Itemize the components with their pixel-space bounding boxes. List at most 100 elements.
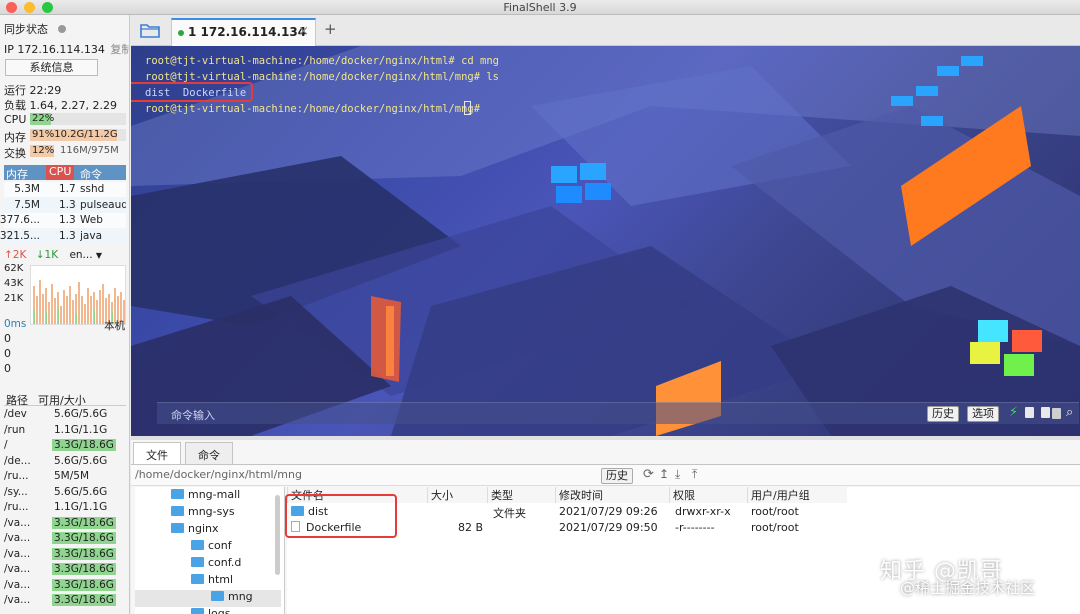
- process-cpu: 1.3: [59, 229, 76, 242]
- disk-size: 5.6G/5.6G: [54, 485, 108, 498]
- file-permissions: drwxr-xr-x: [675, 505, 731, 518]
- command-input[interactable]: 命令输入: [171, 407, 215, 423]
- options-button[interactable]: 选项: [967, 406, 999, 422]
- session-tab-bar: 1 172.16.114.134 × +: [131, 15, 1080, 46]
- disk-row[interactable]: /va... 3.3G/18.6G: [4, 578, 126, 593]
- disk-row[interactable]: /va... 3.3G/18.6G: [4, 562, 126, 577]
- session-tab[interactable]: 1 172.16.114.134 ×: [171, 18, 316, 46]
- upload-icon[interactable]: ↥: [659, 467, 669, 481]
- tree-node[interactable]: conf.d: [191, 556, 241, 569]
- disk-path: /va...: [4, 547, 31, 560]
- path-input[interactable]: /home/docker/nginx/html/mng: [135, 468, 595, 484]
- tree-node-label: conf.d: [208, 556, 242, 569]
- process-header-command[interactable]: 命令: [80, 166, 102, 182]
- upload-file-icon[interactable]: ⤒: [692, 467, 697, 482]
- tab-commands[interactable]: 命令: [185, 442, 233, 464]
- disk-path: /dev: [4, 408, 27, 420]
- file-type: 文件夹: [493, 507, 526, 520]
- disk-row[interactable]: /de... 5.6G/5.6G: [4, 454, 126, 469]
- process-header-cpu[interactable]: CPU: [46, 165, 75, 180]
- disk-row[interactable]: /va... 3.3G/18.6G: [4, 516, 126, 531]
- paste-icon[interactable]: [1052, 408, 1061, 419]
- process-row[interactable]: 5.3M 1.7 sshd: [4, 182, 126, 197]
- window-title: FinalShell 3.9: [503, 1, 577, 14]
- disk-header-path[interactable]: 路径: [6, 392, 28, 408]
- disk-row[interactable]: /run 1.1G/1.1G: [4, 423, 126, 438]
- disk-row[interactable]: /ru... 5M/5M: [4, 469, 126, 484]
- file-owner: root/root: [751, 521, 799, 534]
- search-icon[interactable]: ⌕: [1066, 405, 1073, 420]
- folder-icon: [191, 540, 204, 550]
- disk-size: 5.6G/5.6G: [54, 408, 108, 420]
- system-info-button[interactable]: 系统信息: [5, 59, 98, 76]
- disk-path: /va...: [4, 594, 31, 606]
- process-cpu: 1.3: [59, 198, 76, 211]
- process-row[interactable]: 321.5... 1.3 java: [0, 228, 126, 244]
- terminal[interactable]: root@tjt-virtual-machine:/home/docker/ng…: [131, 46, 1080, 436]
- disk-table-header: 路径 可用/大小: [4, 391, 126, 408]
- lightning-icon[interactable]: ⚡: [1009, 405, 1018, 420]
- chevron-down-icon[interactable]: ▼: [96, 251, 102, 260]
- ping-target[interactable]: 本机: [104, 318, 125, 333]
- process-header-mem[interactable]: 内存: [6, 166, 28, 182]
- memory-usage-bar: 91%10.2G/11.2G: [30, 129, 126, 141]
- add-tab-button[interactable]: +: [324, 20, 337, 38]
- highlight-box: [285, 494, 397, 538]
- disk-path: /ru...: [4, 501, 29, 513]
- copy-icon[interactable]: [1041, 407, 1050, 418]
- tree-node-label: conf: [208, 539, 232, 552]
- close-icon[interactable]: ×: [298, 24, 309, 39]
- network-chart: [30, 265, 126, 325]
- disk-row[interactable]: /sy... 5.6G/5.6G: [4, 485, 126, 500]
- disk-size: 3.3G/18.6G: [52, 439, 116, 451]
- file-column-header[interactable]: 修改时间: [555, 487, 669, 503]
- ip-address: IP 172.16.114.134: [4, 43, 105, 56]
- highlight-box: [131, 82, 253, 102]
- file-column-header[interactable]: 类型: [487, 487, 555, 503]
- folder-icon: [171, 506, 184, 516]
- disk-row[interactable]: /va... 3.3G/18.6G: [4, 531, 126, 546]
- disk-path: /va...: [4, 563, 31, 575]
- history-button[interactable]: 历史: [927, 406, 959, 422]
- clipboard-icon[interactable]: [1025, 407, 1034, 418]
- ping-value-row: 0: [4, 347, 11, 360]
- file-column-header[interactable]: 用户/用户组: [747, 487, 847, 503]
- tree-node-label: mng: [228, 590, 253, 603]
- copy-ip-button[interactable]: 复制: [110, 43, 129, 56]
- tree-scrollbar[interactable]: [275, 495, 280, 575]
- folder-icon: [191, 557, 204, 567]
- terminal-cursor: [464, 101, 471, 115]
- refresh-icon[interactable]: ⟳: [643, 467, 654, 482]
- disk-row[interactable]: /va... 3.3G/18.6G: [4, 547, 126, 562]
- disk-row[interactable]: /dev 5.6G/5.6G: [4, 407, 126, 422]
- network-interface-select[interactable]: en...: [69, 249, 92, 261]
- network-header: ↑2K ↓1K en... ▼: [4, 249, 102, 261]
- disk-row[interactable]: / 3.3G/18.6G: [4, 438, 126, 453]
- tree-node[interactable]: logs: [191, 607, 231, 614]
- disk-header-size[interactable]: 可用/大小: [38, 392, 86, 408]
- disk-row[interactable]: /va... 3.3G/18.6G: [4, 593, 126, 608]
- disk-path: /ru...: [4, 470, 29, 482]
- swap-label: 交换: [4, 147, 26, 160]
- disk-size: 3.3G/18.6G: [52, 516, 116, 529]
- download-icon[interactable]: ⤓: [675, 467, 680, 482]
- folder-icon: [191, 574, 204, 584]
- file-column-header[interactable]: 权限: [669, 487, 747, 503]
- process-row[interactable]: 7.5M 1.3 pulseaudi: [4, 197, 126, 213]
- tree-node[interactable]: nginx: [171, 522, 219, 535]
- ip-row: IP 172.16.114.134 复制: [4, 41, 129, 57]
- tab-files[interactable]: 文件: [133, 442, 181, 464]
- path-toolbar: /home/docker/nginx/html/mng 历史 ⟳ ↥ ⤓ ⤒: [131, 464, 1080, 486]
- path-history-button[interactable]: 历史: [601, 468, 633, 484]
- disk-row[interactable]: /ru... 1.1G/1.1G: [4, 500, 126, 515]
- file-column-header[interactable]: 大小: [427, 487, 487, 503]
- tree-node[interactable]: conf: [191, 539, 232, 552]
- folder-icon[interactable]: [139, 21, 161, 39]
- tree-node[interactable]: html: [191, 573, 233, 586]
- process-row[interactable]: 377.6... 1.3 Web: [0, 213, 126, 228]
- tree-node[interactable]: mng-mall: [171, 488, 240, 501]
- tree-node[interactable]: mng-sys: [171, 505, 235, 518]
- disk-size: 3.3G/18.6G: [52, 594, 116, 606]
- tree-node[interactable]: mng: [211, 590, 253, 603]
- load-average: 负载 1.64, 2.27, 2.29: [4, 99, 117, 112]
